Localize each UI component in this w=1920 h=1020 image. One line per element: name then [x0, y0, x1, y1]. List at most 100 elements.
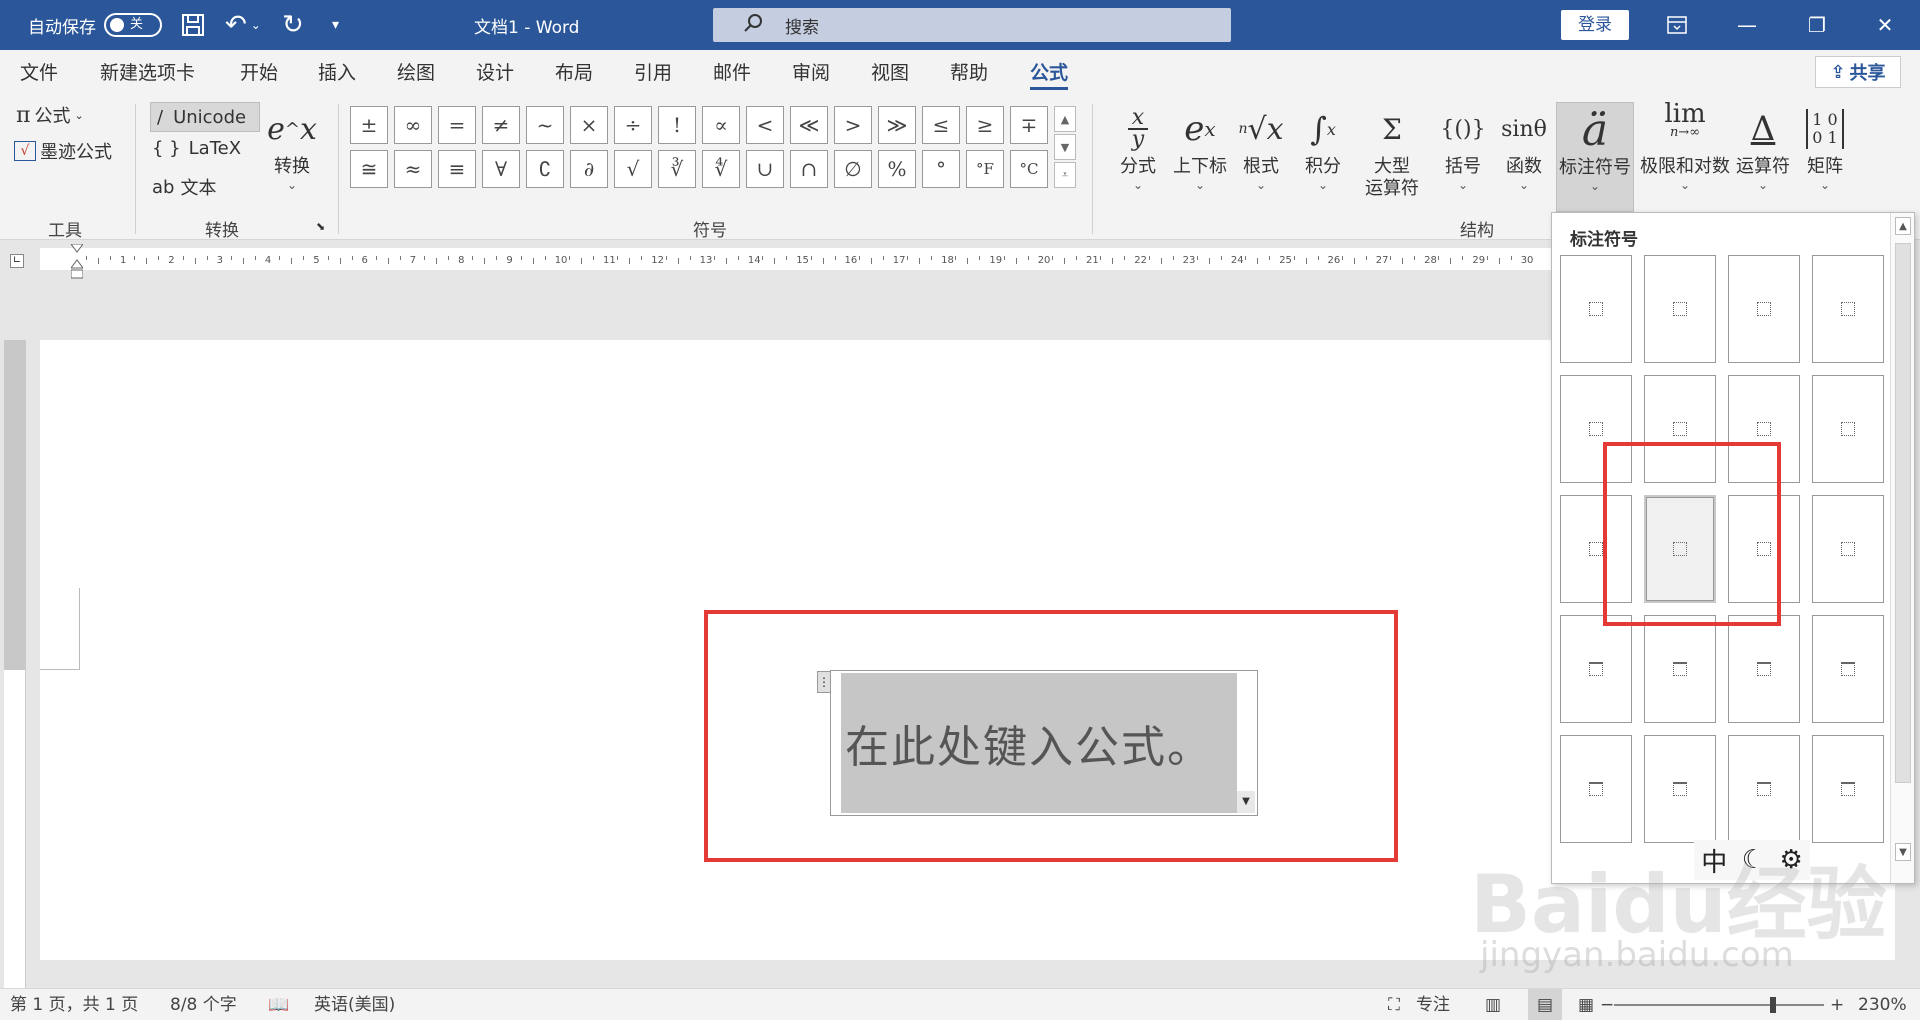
symbol-button[interactable]: <	[746, 106, 784, 144]
accent-option[interactable]	[1728, 615, 1800, 723]
accent-option[interactable]	[1812, 255, 1884, 363]
script-button[interactable]: ex 上下标 ⌄	[1170, 102, 1230, 202]
operator-button[interactable]: Δ 运算符 ⌄	[1734, 102, 1792, 202]
radical-button[interactable]: n √ x 根式 ⌄	[1236, 102, 1286, 202]
focus-label[interactable]: 专注	[1416, 989, 1450, 1020]
accent-option[interactable]	[1812, 615, 1884, 723]
symbol-button[interactable]: ∪	[746, 150, 784, 188]
tab-mailings[interactable]: 邮件	[713, 50, 751, 96]
gallery-scroll-up[interactable]: ▲	[1895, 217, 1911, 235]
tab-review[interactable]: 审阅	[792, 50, 830, 96]
accent-option[interactable]	[1728, 255, 1800, 363]
tab-layout[interactable]: 布局	[555, 50, 593, 96]
indent-marker[interactable]	[70, 243, 84, 280]
accent-option[interactable]	[1644, 615, 1716, 723]
zoom-slider[interactable]	[1614, 1004, 1824, 1006]
proofing-icon[interactable]: 📖	[268, 989, 289, 1020]
accent-option[interactable]	[1812, 735, 1884, 843]
text-button[interactable]: ab 文本	[152, 174, 216, 200]
symbol-button[interactable]: √	[614, 150, 652, 188]
symbol-button[interactable]: ∀	[482, 150, 520, 188]
accent-option[interactable]	[1644, 735, 1716, 843]
symbol-button[interactable]: %	[878, 150, 916, 188]
web-layout-icon[interactable]: ▦	[1578, 989, 1594, 1020]
equation-button[interactable]: π 公式 ⌄	[16, 102, 84, 128]
symbol-button[interactable]: ∂	[570, 150, 608, 188]
page-count[interactable]: 第 1 页，共 1 页	[10, 989, 138, 1020]
bracket-button[interactable]: {()} 括号 ⌄	[1438, 102, 1488, 202]
equation-placeholder[interactable]: 在此处键入公式。	[841, 673, 1237, 813]
symbol-button[interactable]: ≤	[922, 106, 960, 144]
equation-container[interactable]: ⋮ 在此处键入公式。 ▼	[817, 670, 1258, 816]
fraction-button[interactable]: xy 分式 ⌄	[1112, 102, 1164, 202]
limit-log-button[interactable]: lim n→∞ 极限和对数 ⌄	[1640, 101, 1730, 202]
autosave-toggle[interactable]: 关	[104, 13, 162, 37]
tab-home[interactable]: 开始	[240, 50, 278, 96]
symbol-button[interactable]: ±	[350, 106, 388, 144]
language[interactable]: 英语(美国)	[314, 989, 395, 1020]
read-mode-icon[interactable]: ▥	[1485, 989, 1501, 1020]
symbol-button[interactable]: ∛	[658, 150, 696, 188]
symbol-button[interactable]: ∜	[702, 150, 740, 188]
symbol-button[interactable]: ≪	[790, 106, 828, 144]
gallery-scroll-thumb[interactable]	[1895, 243, 1911, 783]
tab-design[interactable]: 设计	[476, 50, 514, 96]
login-button[interactable]: 登录	[1561, 10, 1629, 40]
accent-option[interactable]	[1560, 255, 1632, 363]
minimize-icon[interactable]: —	[1712, 0, 1782, 50]
accent-option[interactable]	[1560, 735, 1632, 843]
symbols-more[interactable]: ⩡	[1054, 162, 1076, 188]
dialog-launcher-icon[interactable]: ⬊	[316, 220, 325, 233]
tab-help[interactable]: 帮助	[950, 50, 988, 96]
autosave[interactable]: 自动保存 关	[28, 0, 162, 50]
symbols-scroll-down[interactable]: ▼	[1054, 134, 1076, 160]
symbol-button[interactable]: ≠	[482, 106, 520, 144]
share-button[interactable]: ⇪ 共享	[1815, 56, 1901, 88]
symbol-button[interactable]: ≈	[394, 150, 432, 188]
tab-stop-icon[interactable]: ∟	[10, 254, 24, 268]
symbol-button[interactable]: °F	[966, 150, 1004, 188]
symbol-button[interactable]: ∓	[1010, 106, 1048, 144]
search-box[interactable]: 搜索	[713, 8, 1231, 42]
accent-option[interactable]	[1812, 375, 1884, 483]
tab-new[interactable]: 新建选项卡	[100, 50, 195, 96]
accent-option[interactable]	[1728, 735, 1800, 843]
symbols-scroll-up[interactable]: ▲	[1054, 106, 1076, 132]
accent-option[interactable]	[1644, 255, 1716, 363]
equation-handle[interactable]: ⋮	[817, 671, 831, 693]
accent-button[interactable]: ä 标注符号 ⌄	[1556, 102, 1634, 212]
latex-button[interactable]: { } LaTeX	[152, 138, 241, 159]
unicode-button[interactable]: / Unicode	[150, 102, 260, 132]
customize-qat-icon[interactable]: ▾	[332, 0, 339, 50]
save-icon[interactable]	[180, 0, 206, 50]
zoom-slider-thumb[interactable]	[1770, 997, 1776, 1013]
ribbon-display-icon[interactable]	[1642, 0, 1712, 50]
symbol-button[interactable]: ≫	[878, 106, 916, 144]
word-count[interactable]: 8/8 个字	[170, 989, 237, 1020]
zoom-in-icon[interactable]: +	[1830, 989, 1844, 1020]
integral-button[interactable]: ∫ x 积分 ⌄	[1298, 102, 1348, 202]
symbol-button[interactable]: ≅	[350, 150, 388, 188]
symbol-button[interactable]: °	[922, 150, 960, 188]
undo-icon[interactable]: ↶ ⌄	[225, 0, 261, 50]
symbol-button[interactable]: ÷	[614, 106, 652, 144]
accent-option[interactable]	[1560, 615, 1632, 723]
convert-button[interactable]: e ^ x 转换 ⌄	[266, 102, 318, 202]
symbol-button[interactable]: >	[834, 106, 872, 144]
zoom-out-icon[interactable]: −	[1600, 989, 1614, 1020]
symbol-button[interactable]: ~	[526, 106, 564, 144]
symbol-button[interactable]: ≥	[966, 106, 1004, 144]
symbol-button[interactable]: °C	[1010, 150, 1048, 188]
symbol-button[interactable]: ×	[570, 106, 608, 144]
zoom-level[interactable]: 230%	[1858, 989, 1907, 1020]
symbol-button[interactable]: ∅	[834, 150, 872, 188]
tab-draw[interactable]: 绘图	[397, 50, 435, 96]
equation-options-icon[interactable]: ▼	[1237, 791, 1255, 813]
large-operator-button[interactable]: Σ 大型 运算符	[1354, 102, 1430, 202]
tab-insert[interactable]: 插入	[318, 50, 356, 96]
accent-option[interactable]	[1812, 495, 1884, 603]
close-icon[interactable]: ✕	[1850, 0, 1920, 50]
print-layout-icon[interactable]: ▤	[1528, 989, 1562, 1020]
symbol-button[interactable]: ∞	[394, 106, 432, 144]
symbol-button[interactable]: ∝	[702, 106, 740, 144]
